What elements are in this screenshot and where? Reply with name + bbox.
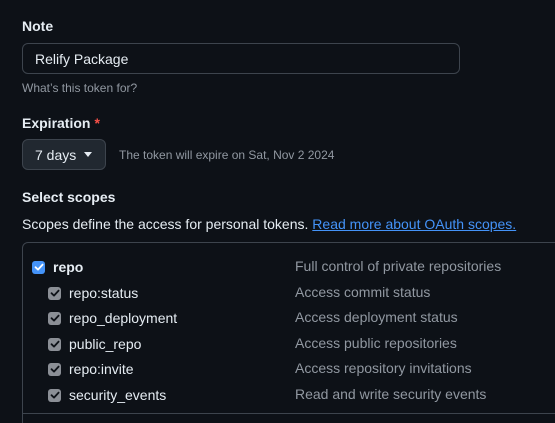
scope-name-repo: repo	[53, 259, 84, 275]
scope-name-public-repo: public_repo	[69, 336, 142, 352]
expiration-info: The token will expire on Sat, Nov 2 2024	[119, 148, 335, 162]
expiration-dropdown-button[interactable]: 7 days	[22, 139, 106, 170]
scopes-title: Select scopes	[22, 189, 116, 205]
scope-row-repo-deployment: repo_deployment	[48, 307, 177, 329]
scope-name-repo-status: repo:status	[69, 285, 139, 301]
scope-name-repo-invite: repo:invite	[69, 361, 134, 377]
checkbox-repo-invite[interactable]	[48, 362, 61, 376]
required-mark: *	[94, 115, 100, 131]
scope-row-repo: repo	[32, 256, 83, 278]
scope-desc-security-events: Read and write security events	[295, 386, 487, 402]
scope-row-security-events: security_events	[48, 384, 166, 406]
checkbox-repo-status[interactable]	[48, 286, 61, 300]
expiration-label-text: Expiration	[22, 115, 91, 131]
scope-desc-public-repo: Access public repositories	[295, 335, 457, 351]
scopes-list: repo Full control of private repositorie…	[22, 242, 555, 423]
scope-desc-repo-status: Access commit status	[295, 284, 431, 300]
checkmark-icon	[50, 365, 59, 373]
scope-name-repo-deployment: repo_deployment	[69, 310, 178, 326]
scopes-description-text: Scopes define the access for personal to…	[22, 216, 309, 232]
scopes-divider	[23, 413, 555, 414]
checkmark-icon	[50, 314, 59, 322]
scope-row-public-repo: public_repo	[48, 333, 141, 355]
chevron-down-icon	[84, 152, 93, 157]
scope-desc-repo-deployment: Access deployment status	[295, 309, 458, 325]
note-hint: What’s this token for?	[22, 81, 138, 95]
scope-desc-repo: Full control of private repositories	[295, 258, 502, 274]
checkmark-icon	[50, 391, 59, 399]
note-label: Note	[22, 18, 54, 34]
expiration-selected: 7 days	[35, 146, 77, 163]
scopes-description: Scopes define the access for personal to…	[22, 216, 516, 232]
checkmark-icon	[50, 289, 59, 297]
note-input[interactable]	[22, 43, 460, 74]
checkbox-repo-deployment[interactable]	[48, 311, 61, 325]
scope-row-repo-invite: repo:invite	[48, 358, 134, 380]
checkmark-icon	[50, 340, 59, 348]
scope-desc-repo-invite: Access repository invitations	[295, 360, 472, 376]
checkbox-public-repo[interactable]	[48, 337, 61, 351]
checkbox-repo[interactable]	[32, 260, 45, 274]
expiration-label: Expiration *	[22, 115, 100, 131]
oauth-scopes-link[interactable]: Read more about OAuth scopes.	[312, 216, 516, 232]
checkbox-security-events[interactable]	[48, 388, 61, 402]
checkmark-icon	[34, 263, 43, 271]
scope-row-repo-status: repo:status	[48, 282, 138, 304]
scope-name-security-events: security_events	[69, 387, 167, 403]
